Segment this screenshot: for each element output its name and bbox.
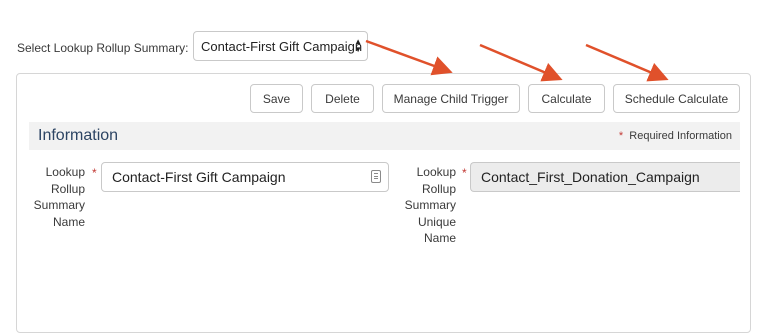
annotation-arrows: [365, 39, 669, 82]
arrow-to-manage-child-trigger-icon: [365, 39, 453, 76]
arrow-to-calculate-icon: [479, 43, 563, 82]
arrow-to-schedule-calculate-icon: [585, 43, 669, 82]
